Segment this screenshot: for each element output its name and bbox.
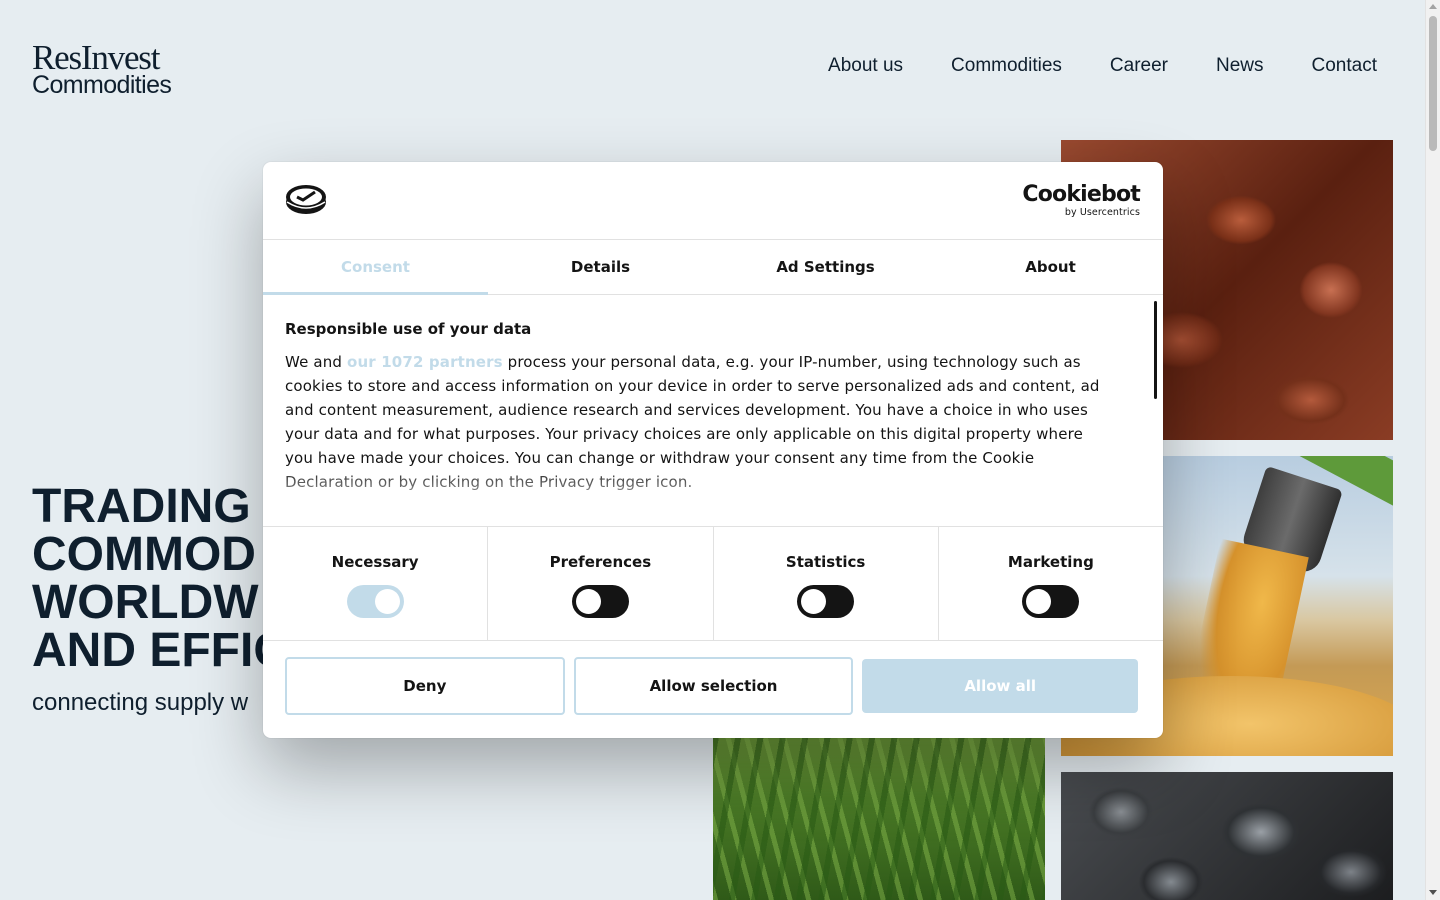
allow-selection-button[interactable]: Allow selection — [573, 657, 854, 715]
deny-button[interactable]: Deny — [285, 657, 565, 715]
page-scrollbar[interactable] — [1425, 0, 1440, 900]
hero-subtitle: connecting supply w — [32, 689, 249, 716]
toggle-statistics: Statistics — [714, 527, 939, 640]
text-fade — [263, 466, 1163, 526]
consent-title: Responsible use of your data — [285, 320, 532, 338]
dialog-header: Cookiebot by Usercentrics — [263, 162, 1163, 240]
consent-actions: Deny Allow selection Allow all — [263, 641, 1163, 715]
toggle-preferences: Preferences — [488, 527, 714, 640]
preferences-label: Preferences — [549, 553, 652, 571]
nav-news[interactable]: News — [1216, 55, 1264, 77]
necessary-switch[interactable] — [346, 585, 404, 618]
site-logo[interactable]: ResInvest Commodities — [32, 38, 172, 99]
cookie-consent-dialog: Cookiebot by Usercentrics Consent Detail… — [263, 162, 1163, 738]
scrollbar-thumb[interactable] — [1429, 16, 1437, 151]
nav-about-us[interactable]: About us — [828, 55, 903, 77]
marketing-switch[interactable] — [1022, 585, 1080, 618]
cookiebot-logo[interactable]: Cookiebot by Usercentrics — [1022, 182, 1140, 219]
statistics-label: Statistics — [785, 553, 866, 571]
coal-photo — [1061, 772, 1393, 900]
logo-line-1: ResInvest — [32, 38, 160, 77]
nav-career[interactable]: Career — [1110, 55, 1168, 77]
toggle-marketing: Marketing — [939, 527, 1163, 640]
consent-toggles: Necessary Preferences Statistics Marketi… — [263, 527, 1163, 641]
partners-link[interactable]: our 1072 partners — [347, 353, 503, 371]
main-nav: About us Commodities Career News Contact — [828, 55, 1377, 77]
allow-all-button[interactable]: Allow all — [862, 659, 1139, 713]
tab-consent[interactable]: Consent — [263, 240, 488, 295]
preferences-switch[interactable] — [571, 585, 629, 618]
consent-text-start: We and — [285, 353, 347, 371]
tab-ad-settings[interactable]: Ad Settings — [713, 240, 938, 294]
scroll-down-icon[interactable] — [1429, 890, 1437, 895]
cookiebot-by: by Usercentrics — [1064, 207, 1140, 218]
scroll-up-icon[interactable] — [1429, 4, 1437, 9]
cookiebot-name: Cookiebot — [1022, 182, 1140, 207]
corn-field-photo — [713, 736, 1045, 900]
consent-text-panel[interactable]: Responsible use of your data We and our … — [263, 295, 1163, 527]
tab-details[interactable]: Details — [488, 240, 713, 294]
nav-commodities[interactable]: Commodities — [951, 55, 1062, 77]
necessary-label: Necessary — [331, 553, 419, 571]
statistics-switch[interactable] — [797, 585, 855, 618]
consent-tabs: Consent Details Ad Settings About — [263, 240, 1163, 295]
nav-contact[interactable]: Contact — [1312, 55, 1377, 77]
consent-text-scrollbar[interactable] — [1154, 301, 1157, 399]
logo-line-2: Commodities — [32, 71, 172, 99]
site-brand-icon — [286, 185, 326, 214]
toggle-necessary: Necessary — [263, 527, 489, 640]
marketing-label: Marketing — [1007, 553, 1094, 571]
tab-about[interactable]: About — [938, 240, 1163, 294]
